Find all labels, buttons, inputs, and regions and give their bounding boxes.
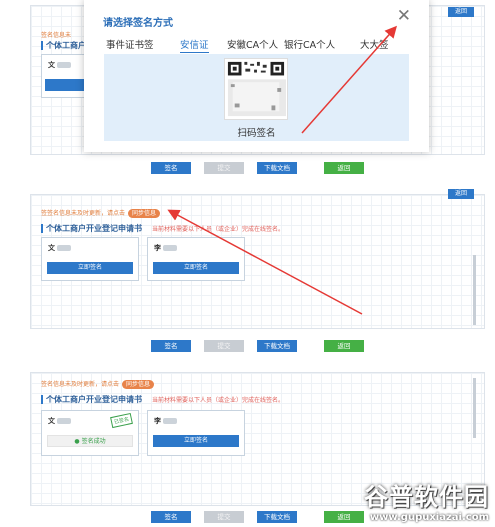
sign-now-button[interactable]: 立即签名	[153, 435, 239, 447]
action-buttons-2: 签名 提交 下载文档 返回	[0, 340, 495, 352]
sync-notice: 签名信息未	[41, 32, 72, 39]
sign-now-button[interactable]: 立即签名	[47, 262, 133, 274]
section-title: 个体工商户开业登记申请书 当前材料需要以下人员（或企业）完成在线签名。	[41, 223, 284, 234]
check-circle-icon: ●	[74, 438, 82, 445]
qr-code-icon	[224, 58, 288, 120]
back-button[interactable]: 返回	[324, 511, 364, 523]
sign-now-button[interactable]: 立即签名	[153, 262, 239, 274]
submit-button[interactable]: 提交	[204, 340, 244, 352]
modal-title: 请选择签名方式	[103, 18, 173, 29]
section-hint: 当前材料需要以下人员（或企业）完成在线签名。	[152, 226, 285, 233]
scrollbar[interactable]	[473, 255, 476, 325]
tab-anxin-cert[interactable]: 安信证	[180, 37, 209, 53]
signer-card: 文 立即签名	[41, 237, 139, 281]
close-icon[interactable]: ✕	[397, 8, 411, 25]
signed-stamp: 已签名	[110, 412, 133, 429]
sync-notice: 签签名信息未及时更新，请点击 同步信息	[41, 208, 161, 218]
scrollbar[interactable]	[473, 378, 476, 438]
tab-dadaqian[interactable]: 大大签	[360, 37, 389, 51]
download-button[interactable]: 下载文档	[257, 340, 297, 352]
sign-success-label: ● 签名成功	[47, 435, 133, 447]
sync-info-button[interactable]: 同步信息	[128, 209, 161, 218]
signature-method-modal: 请选择签名方式 ✕ 事件证书签 安信证 安徽CA个人 银行CA个人 大大签 扫码…	[84, 0, 429, 152]
sign-button[interactable]: 签名	[151, 340, 191, 352]
submit-button[interactable]: 提交	[204, 162, 244, 174]
signature-method-tabs: 事件证书签 安信证 安徽CA个人 银行CA个人 大大签	[84, 33, 429, 53]
tab-event-cert[interactable]: 事件证书签	[106, 37, 154, 51]
qr-label: 扫码签名	[237, 128, 276, 139]
sync-notice: 签名信息未及时更新，请点击 同步信息	[41, 379, 155, 389]
qr-area: 扫码签名	[104, 54, 409, 141]
tab-anhui-ca[interactable]: 安徽CA个人	[227, 37, 278, 51]
sign-button[interactable]: 签名	[151, 162, 191, 174]
back-button[interactable]: 返回	[324, 340, 364, 352]
section-hint: 当前材料需要以下人员（或企业）完成在线签名。	[152, 397, 285, 404]
action-buttons-1: 签名 提交 下载文档 返回	[0, 162, 495, 174]
corner-back-button[interactable]: 返回	[448, 189, 474, 199]
sign-panel-2: 返回 签签名信息未及时更新，请点击 同步信息 个体工商户开业登记申请书 当前材料需要…	[30, 189, 485, 329]
submit-button[interactable]: 提交	[204, 511, 244, 523]
section-title: 个体工商户开业登记申请书 当前材料需要以下人员（或企业）完成在线签名。	[41, 394, 284, 405]
section-title: 个体工商户	[41, 40, 86, 51]
watermark-logo: 谷普软件园 www.gupuxiazai.com	[364, 483, 489, 523]
tab-bank-ca[interactable]: 银行CA个人	[284, 37, 335, 51]
corner-back-button[interactable]: 返回	[448, 7, 474, 17]
sign-button[interactable]: 签名	[151, 511, 191, 523]
sync-info-button[interactable]: 同步信息	[122, 380, 155, 389]
signer-card: 文 已签名 ● 签名成功	[41, 410, 139, 456]
download-button[interactable]: 下载文档	[257, 511, 297, 523]
download-button[interactable]: 下载文档	[257, 162, 297, 174]
signer-card: 李 立即签名	[147, 237, 245, 281]
back-button[interactable]: 返回	[324, 162, 364, 174]
signer-card: 李 立即签名	[147, 410, 245, 456]
